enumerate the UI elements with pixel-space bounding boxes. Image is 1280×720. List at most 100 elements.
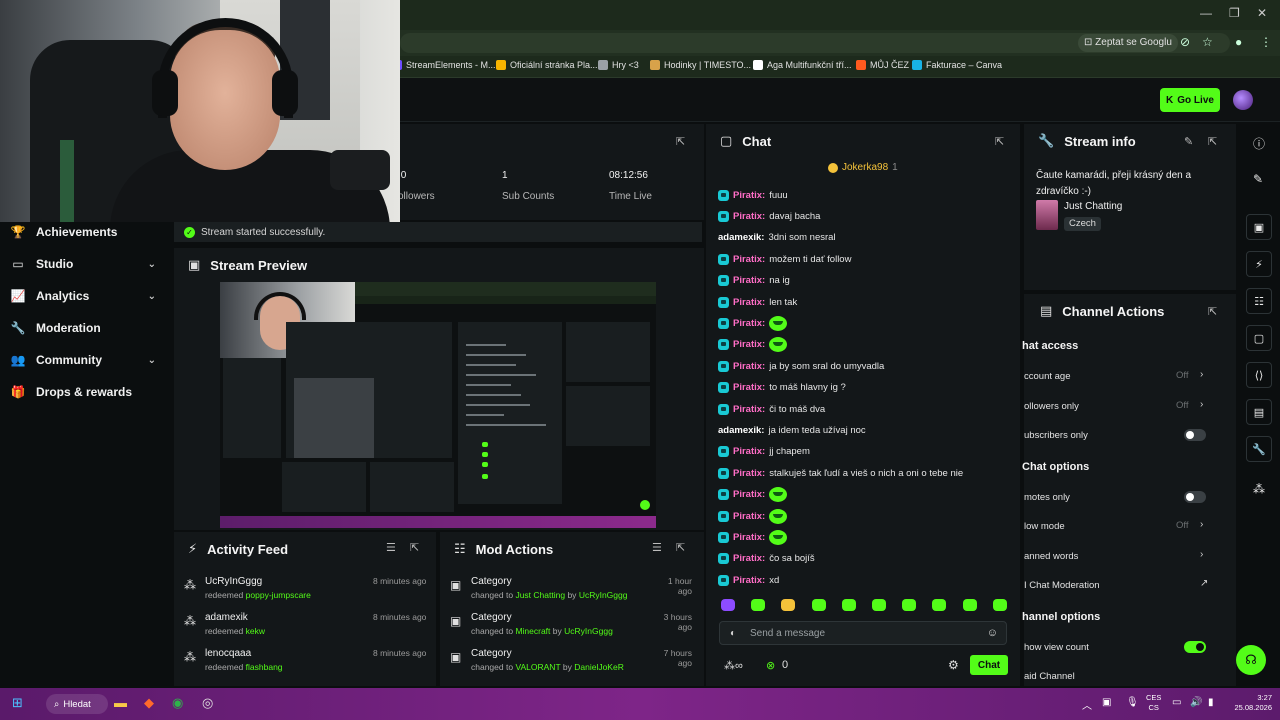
bookmark-item[interactable]: Oficiální stránka Pla... (496, 60, 598, 70)
chat-username[interactable]: adamexik: (718, 232, 764, 243)
sidebar-item-studio[interactable]: ▭ Studio ⌄ (0, 250, 170, 278)
chat-username[interactable]: Piratix: (733, 532, 765, 543)
chat-message[interactable]: Piratix: stalkuješ tak ľudí a vieš o nich… (718, 464, 963, 482)
list-icon[interactable]: ☷ (1246, 288, 1272, 314)
chat-username[interactable]: Piratix: (733, 468, 765, 479)
chat-username[interactable]: Piratix: (733, 575, 765, 586)
bookmark-item[interactable]: Fakturace – Canva (912, 60, 1002, 70)
volume-icon[interactable]: 🔊 (1190, 697, 1202, 708)
channel-setting-row[interactable]: I Chat Moderation (1024, 576, 1214, 594)
chevron-right-icon[interactable]: › (1200, 549, 1203, 560)
tray-chevron-icon[interactable]: ︿ (1082, 697, 1092, 712)
popout-icon[interactable]: ⇱ (995, 135, 1004, 148)
popout-icon[interactable]: ⇱ (1208, 135, 1217, 148)
chat-message[interactable]: Piratix: (718, 486, 788, 504)
chevron-right-icon[interactable]: › (1200, 519, 1203, 530)
chevron-right-icon[interactable]: › (1200, 369, 1203, 380)
moderator-name[interactable]: DanielJoKeR (574, 662, 624, 672)
chat-username[interactable]: Piratix: (733, 511, 765, 522)
chrome-icon[interactable]: ◉ (172, 695, 183, 711)
chat-message[interactable]: Piratix: možem ti dať follow (718, 250, 851, 268)
chat-username[interactable]: Piratix: (733, 211, 765, 222)
settings-icon[interactable]: ⚙ (948, 658, 959, 672)
infinity-icon[interactable]: ⁂∞ (724, 659, 743, 672)
chat-message[interactable]: Piratix: (718, 314, 788, 332)
channel-setting-row[interactable]: aid Channel (1024, 667, 1214, 685)
tray-app-icon[interactable]: ▣ (1102, 697, 1111, 708)
bookmark-item[interactable]: StreamElements - M... (392, 60, 496, 70)
chat-username[interactable]: Piratix: (733, 446, 765, 457)
activity-user[interactable]: lenocqaaa (205, 648, 251, 659)
chat-send-button[interactable]: Chat (970, 655, 1008, 675)
edit-icon[interactable]: ✎ (1184, 135, 1193, 148)
chat-username[interactable]: Piratix: (733, 382, 765, 393)
sidebar-item-analytics[interactable]: 📈 Analytics ⌄ (0, 282, 170, 310)
chat-username[interactable]: Piratix: (733, 318, 765, 329)
browser-menu-icon[interactable]: ⋮ (1260, 35, 1272, 49)
chat-username[interactable]: Piratix: (733, 190, 765, 201)
chat-message[interactable]: adamexik: ja idem teda užívaj noc (718, 421, 866, 439)
eye-off-icon[interactable]: ⊘ (1180, 35, 1190, 49)
bolt-icon[interactable]: ⚡ (1246, 251, 1272, 277)
emote-picker-icon[interactable] (962, 599, 977, 611)
help-icon[interactable]: ☊ (1236, 645, 1266, 675)
maximize-icon[interactable]: ❐ (1229, 6, 1240, 20)
chat-message[interactable]: adamexik: 3dni som nesral (718, 229, 836, 247)
bookmark-item[interactable]: MŮJ ČEZ (856, 60, 909, 70)
obs-icon[interactable]: ◎ (202, 695, 213, 711)
external-link-icon[interactable]: ↗ (1200, 578, 1208, 589)
chat-username[interactable]: Piratix: (733, 339, 765, 350)
close-window-icon[interactable]: ✕ (1257, 6, 1267, 20)
apps-icon[interactable]: ⁂ (1253, 482, 1265, 496)
setting-toggle[interactable] (1184, 641, 1206, 653)
chat-input[interactable]: ◐ Send a message ☺ (719, 621, 1007, 645)
chat-message[interactable]: Piratix: (718, 507, 788, 525)
chevron-down-icon[interactable]: ⌄ (148, 355, 156, 366)
pencil-icon[interactable]: ✎ (1253, 172, 1263, 186)
chat-message[interactable]: Piratix: ja by som sral do umyvadla (718, 357, 884, 375)
emote-picker-icon[interactable] (932, 599, 947, 611)
sidebar-item-drops-rewards[interactable]: 🎁 Drops & rewards (0, 378, 170, 406)
chat-username[interactable]: adamexik: (718, 425, 764, 436)
setting-toggle[interactable] (1184, 491, 1206, 503)
chat-message[interactable]: Piratix: xd (718, 571, 779, 589)
chat-message[interactable]: Piratix: davaj bacha (718, 207, 820, 225)
taskbar-search[interactable]: ⌕ Hledat (46, 694, 108, 714)
server-icon[interactable]: ▤ (1246, 399, 1272, 425)
chat-message[interactable]: Piratix: to máš hlavny ig ? (718, 379, 846, 397)
clock[interactable]: 3:27 25.08.2026 (1220, 693, 1272, 713)
chat-message[interactable]: Piratix: na ig (718, 272, 790, 290)
bookmark-star-icon[interactable]: ☆ (1202, 35, 1213, 49)
chat-message[interactable]: Piratix: čo sa bojíš (718, 550, 815, 568)
chat-username[interactable]: Piratix: (733, 275, 765, 286)
chat-message[interactable]: Piratix: (718, 336, 788, 354)
chat-message[interactable]: Piratix: fuuu (718, 186, 788, 204)
chat-username[interactable]: Piratix: (733, 297, 765, 308)
chevron-down-icon[interactable]: ⌄ (148, 291, 156, 302)
popout-icon[interactable]: ⇱ (410, 541, 419, 554)
emote-picker-icon[interactable] (841, 599, 856, 611)
microphone-icon[interactable]: 🎙 (1126, 697, 1139, 708)
channel-setting-row[interactable]: anned words (1024, 547, 1214, 565)
pinned-message[interactable]: Jokerka98 1 (828, 162, 898, 173)
activity-user[interactable]: UcRyInGggg (205, 576, 262, 587)
chevron-down-icon[interactable]: ⌄ (148, 259, 156, 270)
emote-picker-icon[interactable] (721, 599, 735, 611)
code-icon[interactable]: ⟨⟩ (1246, 362, 1272, 388)
chat-username[interactable]: Piratix: (733, 489, 765, 500)
bookmark-item[interactable]: Hry <3 (598, 60, 639, 70)
filter-icon[interactable]: ☰ (386, 541, 396, 554)
brave-browser-icon[interactable]: ◆ (144, 695, 154, 711)
network-icon[interactable]: ▭ (1172, 697, 1181, 708)
emoji-icon[interactable]: ☺ (987, 627, 998, 639)
setting-toggle[interactable] (1184, 429, 1206, 441)
language-indicator[interactable]: CES CS (1146, 693, 1161, 713)
sidebar-item-community[interactable]: 👥 Community ⌄ (0, 346, 170, 374)
moderator-name[interactable]: UcRyInGggg (579, 590, 628, 600)
file-explorer-icon[interactable]: ▬ (114, 695, 127, 710)
emote-picker-icon[interactable] (992, 599, 1007, 611)
popout-icon[interactable]: ⇱ (676, 135, 685, 148)
battery-icon[interactable]: ▮ (1208, 697, 1214, 708)
bookmark-item[interactable]: Aga Multifunkční tří... (753, 60, 852, 70)
chevron-right-icon[interactable]: › (1200, 399, 1203, 410)
